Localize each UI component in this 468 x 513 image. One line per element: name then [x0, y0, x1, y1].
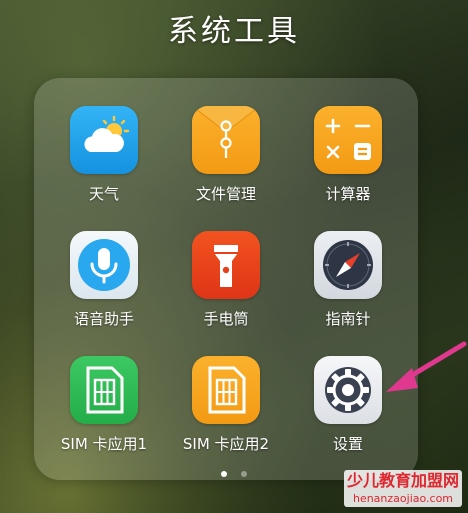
app-label-sim-1: SIM 卡应用1 — [60, 435, 148, 453]
app-label-settings: 设置 — [332, 435, 363, 453]
weather-icon — [70, 106, 138, 174]
file-manager-icon — [192, 106, 260, 174]
calculator-icon — [314, 106, 382, 174]
folder-title: 系统工具 — [168, 14, 300, 49]
app-weather[interactable]: 天气 — [46, 106, 162, 204]
annotation-arrow-icon — [386, 341, 467, 392]
app-sim-1[interactable]: SIM 卡应用1 — [46, 356, 162, 454]
watermark-line2: henanzaojiao.com — [344, 491, 462, 507]
compass-icon — [314, 231, 382, 299]
app-sim-2[interactable]: SIM 卡应用2 — [168, 356, 284, 454]
app-compass[interactable]: 指南针 — [290, 231, 406, 329]
app-flashlight[interactable]: 手电筒 — [168, 231, 284, 329]
app-label-flashlight: 手电筒 — [203, 310, 249, 328]
flashlight-icon — [192, 231, 260, 299]
app-label-weather: 天气 — [88, 185, 119, 203]
app-label-calculator: 计算器 — [325, 185, 371, 203]
page-dot[interactable] — [240, 471, 247, 477]
app-label-file-manager: 文件管理 — [195, 185, 256, 203]
app-voice-assistant[interactable]: 语音助手 — [46, 231, 162, 329]
app-label-compass: 指南针 — [325, 310, 371, 328]
app-label-voice-assistant: 语音助手 — [73, 310, 134, 328]
sim-card-icon — [192, 356, 260, 424]
app-label-sim-2: SIM 卡应用2 — [182, 435, 270, 453]
watermark: 少儿教育加盟网 henanzaojiao.com — [344, 470, 462, 507]
watermark-line1: 少儿教育加盟网 — [344, 470, 462, 491]
app-file-manager[interactable]: 文件管理 — [168, 106, 284, 204]
page-dot-active[interactable] — [221, 471, 228, 477]
sim-card-icon — [70, 356, 138, 424]
voice-assistant-icon — [70, 231, 138, 299]
app-calculator[interactable]: 计算器 — [290, 106, 406, 204]
